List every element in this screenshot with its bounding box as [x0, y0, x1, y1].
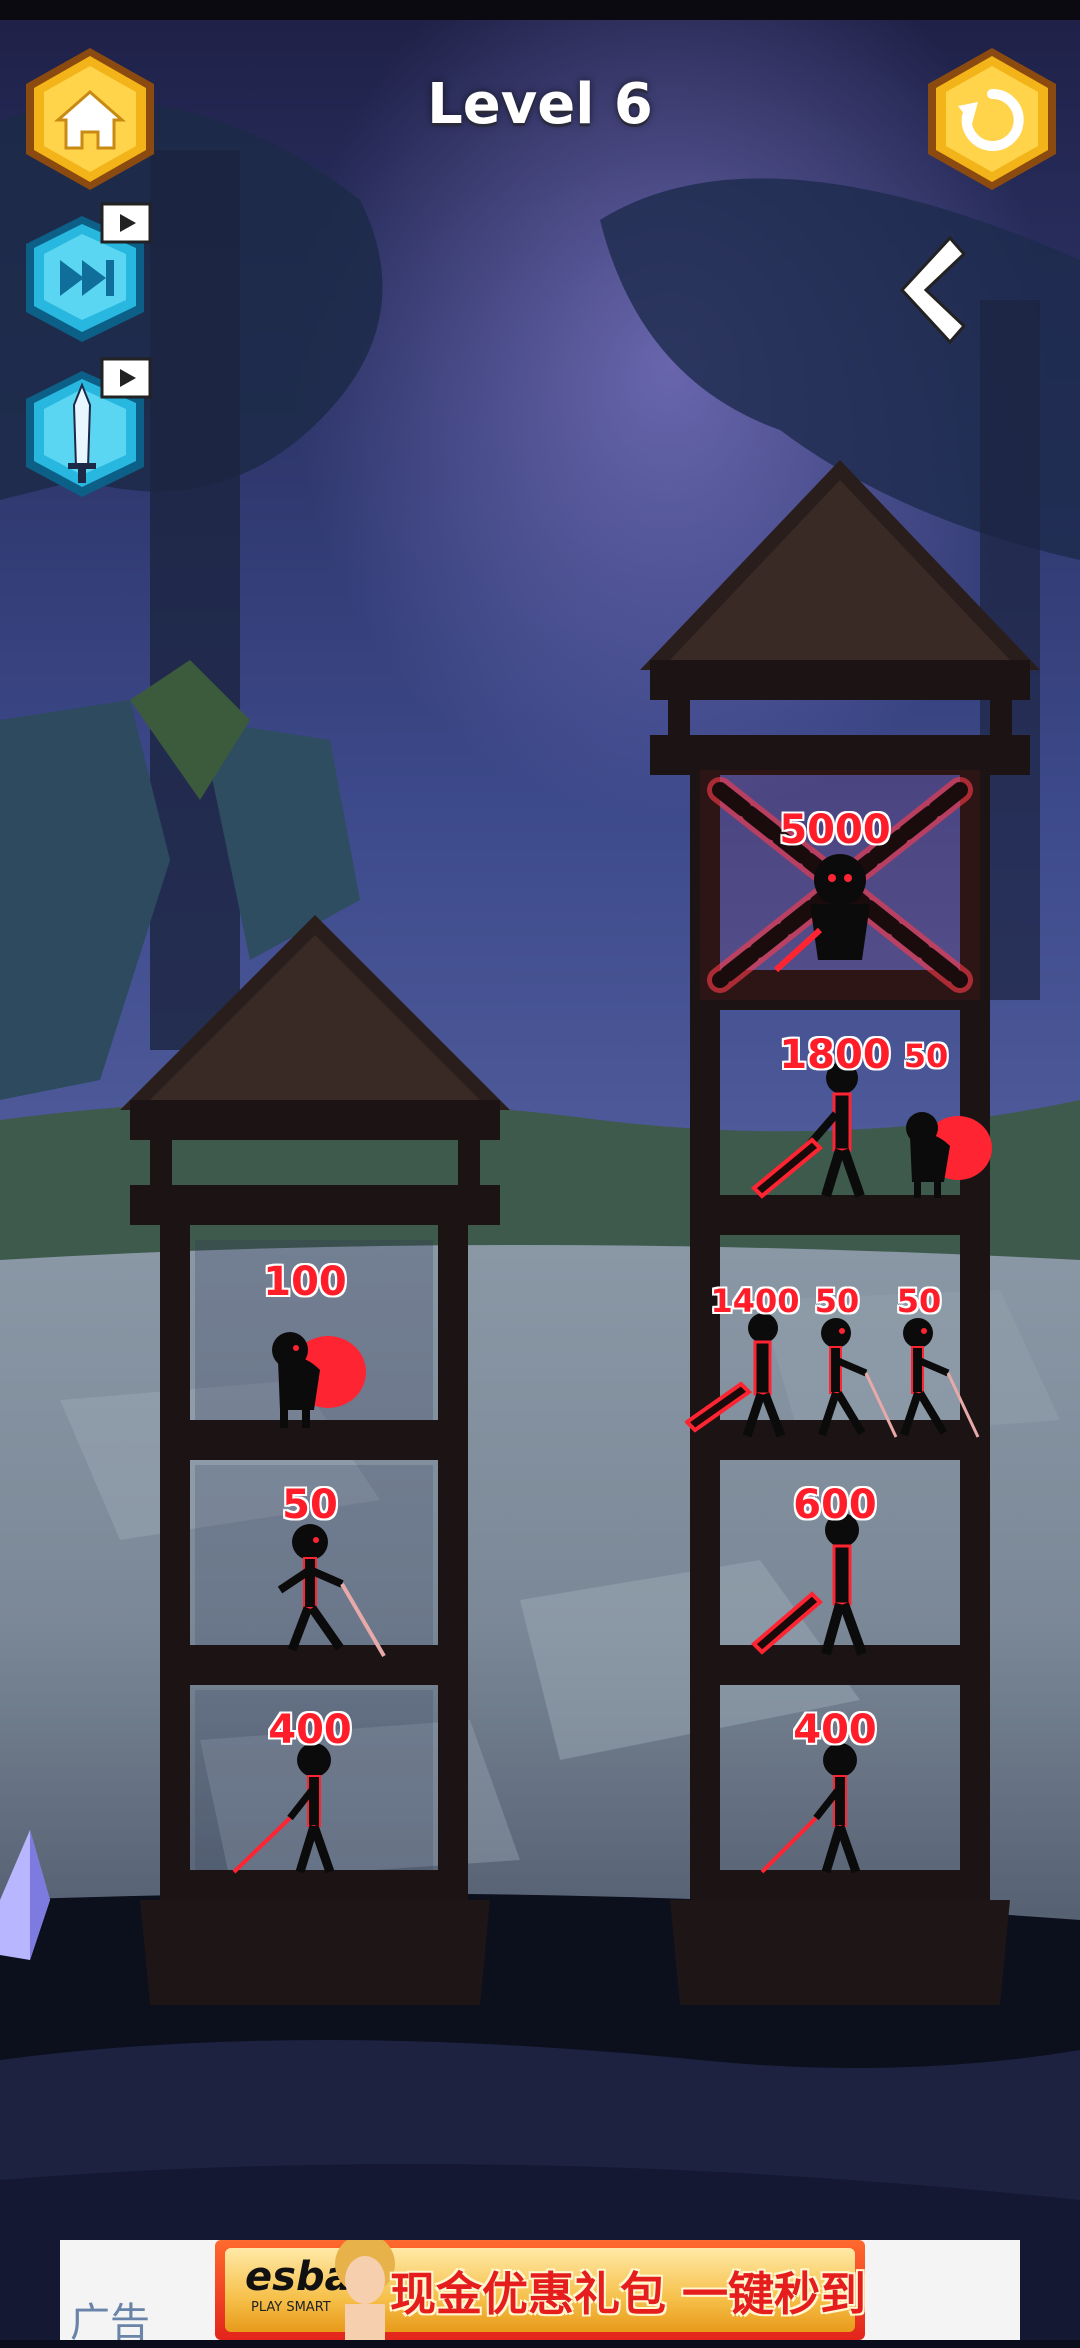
enemy-unit-greatsword[interactable] [685, 1310, 805, 1440]
power-label: 1400 [710, 1282, 800, 1320]
power-label: 600 [793, 1482, 877, 1528]
enemy-unit-boss[interactable] [770, 840, 910, 980]
power-label: 50 [896, 1282, 942, 1320]
ad-slogan: 现金优惠礼包 一键秒到帐 [390, 2267, 865, 2321]
power-label: 400 [793, 1707, 877, 1753]
player-unit-swordsman[interactable] [230, 1740, 360, 1880]
power-label: 50 [814, 1282, 860, 1320]
enemy-unit-spearman[interactable] [882, 1315, 982, 1440]
power-label: 5000 [779, 807, 891, 853]
enemy-unit-hooded[interactable] [888, 1100, 998, 1200]
enemy-unit-greatsword[interactable] [750, 1510, 890, 1660]
power-label: 400 [268, 1707, 352, 1753]
power-label: 100 [263, 1259, 347, 1305]
ad-banner[interactable]: esball PLAY SMART 现金优惠礼包 一键秒到帐 [215, 2240, 865, 2340]
power-label: 1800 [779, 1032, 891, 1078]
enemy-unit-swordsman[interactable] [760, 1740, 890, 1880]
player-unit-hooded[interactable] [250, 1320, 380, 1430]
player-unit-spearman[interactable] [260, 1520, 390, 1660]
ad-brand-sub: PLAY SMART [251, 2300, 331, 2315]
ad-label: 广告 [70, 2300, 150, 2346]
power-label: 50 [282, 1482, 338, 1528]
enemy-unit-greatsword[interactable] [750, 1060, 890, 1200]
power-label: 50 [903, 1037, 949, 1075]
